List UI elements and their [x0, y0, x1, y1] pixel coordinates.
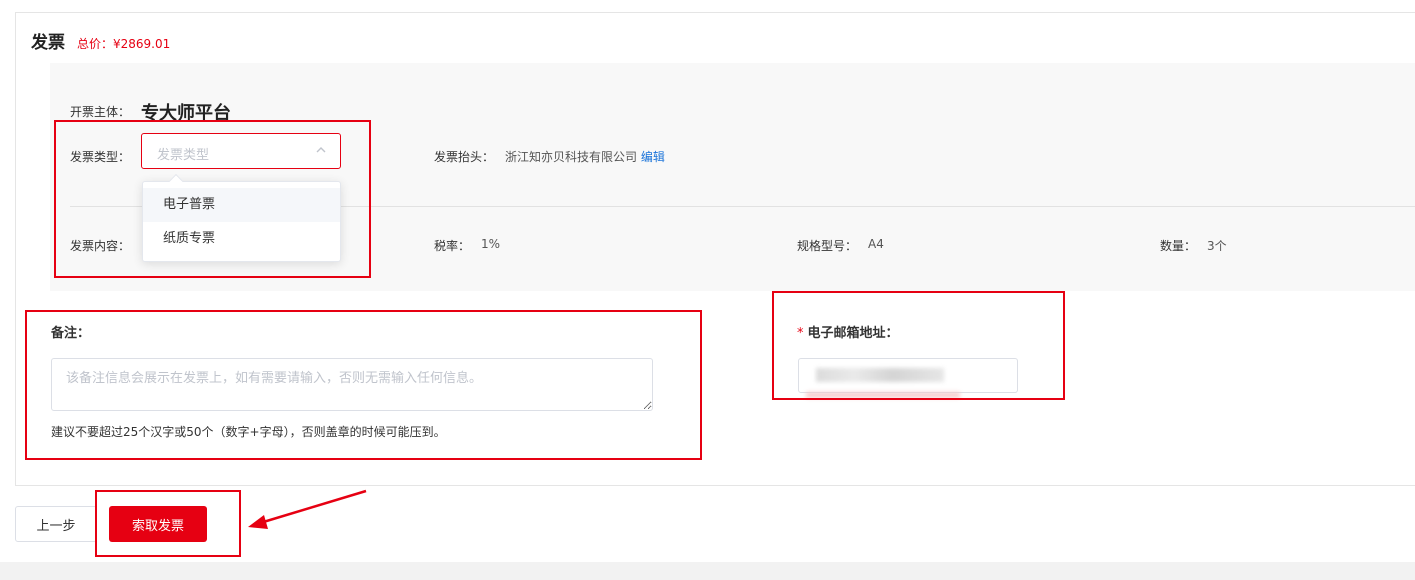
prev-step-button[interactable]: 上一步: [15, 506, 97, 542]
issuer-value: 专大师平台: [141, 103, 231, 124]
required-mark: *: [797, 326, 804, 341]
total-price: 总价：¥2869.01: [77, 37, 171, 51]
invoice-type-label: 发票类型：: [70, 150, 131, 164]
invoice-header-value: 浙江知亦贝科技有限公司 编辑: [505, 148, 665, 165]
remark-hint: 建议不要超过25个汉字或50个（数字+字母），否则盖章的时候可能压到。: [51, 425, 446, 439]
invoice-type-select[interactable]: 发票类型: [141, 133, 341, 169]
section-title: 发票: [31, 33, 65, 53]
invoice-type-placeholder: 发票类型: [157, 148, 210, 163]
redaction-smudge: [806, 392, 960, 398]
email-label-text: 电子邮箱地址：: [807, 326, 899, 341]
tax-rate-label: 税率：: [434, 239, 471, 253]
option-electronic-invoice[interactable]: 电子普票: [143, 188, 340, 222]
chevron-up-icon: [316, 147, 326, 153]
remark-textarea[interactable]: [51, 358, 653, 411]
invoice-type-dropdown: 电子普票 纸质专票: [142, 173, 341, 262]
blurred-email-value: [816, 368, 944, 382]
spec-label: 规格型号：: [797, 239, 858, 253]
edit-header-link[interactable]: 编辑: [641, 150, 665, 164]
issuer-label: 开票主体：: [70, 105, 131, 119]
request-invoice-button[interactable]: 索取发票: [109, 506, 207, 542]
option-paper-invoice[interactable]: 纸质专票: [143, 222, 340, 256]
footer-band: [0, 562, 1415, 580]
email-label: * 电子邮箱地址：: [797, 322, 899, 341]
invoice-content-label: 发票内容：: [70, 239, 131, 253]
quantity-label: 数量：: [1160, 239, 1197, 253]
tax-rate-value: 1%: [481, 237, 501, 251]
quantity-value: 3个: [1207, 239, 1227, 253]
company-name: 浙江知亦贝科技有限公司: [505, 150, 638, 164]
spec-value: A4: [868, 237, 884, 251]
annotation-arrow-icon: [248, 489, 367, 529]
remark-label: 备注：: [51, 326, 91, 341]
invoice-header-label: 发票抬头：: [434, 150, 495, 164]
